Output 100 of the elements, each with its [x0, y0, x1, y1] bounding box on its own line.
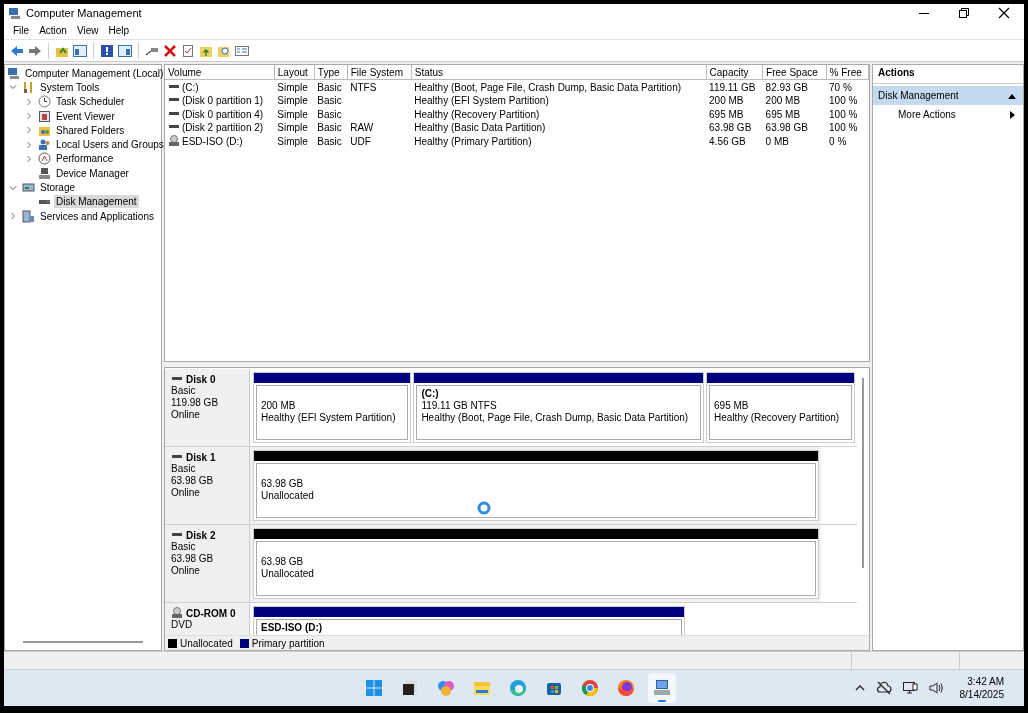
page-check-icon[interactable]: [181, 43, 195, 58]
action-link[interactable]: More Actions: [898, 109, 956, 120]
disk-status: Online: [171, 565, 201, 577]
grid-icon: [364, 678, 384, 698]
tree-item[interactable]: Device Manager: [54, 166, 131, 180]
caret-right-icon[interactable]: [1010, 110, 1015, 119]
table-cell: 0 MB: [765, 135, 789, 147]
tree-item[interactable]: Computer Management (Local): [23, 66, 166, 80]
disk-type: Basic: [171, 463, 197, 475]
table-cell: Basic: [317, 108, 342, 120]
taskbar-button[interactable]: [648, 673, 676, 703]
partition[interactable]: ESD-ISO (D:): [253, 606, 685, 635]
partition[interactable]: 63.98 GB Unallocated: [253, 450, 819, 521]
tree-item[interactable]: Disk Management: [54, 195, 139, 209]
table-cell: 119.11 GB: [709, 81, 756, 93]
table-cell: 200 MB: [765, 95, 801, 107]
partition-label: ESD-ISO (D:): [261, 622, 324, 634]
cloud-off-icon[interactable]: [875, 681, 892, 695]
legend-label: Primary partition: [251, 637, 325, 649]
column-header[interactable]: File System: [347, 65, 412, 80]
panel-icon[interactable]: [73, 43, 87, 58]
forward-icon[interactable]: [28, 43, 42, 58]
menu-item[interactable]: View: [71, 24, 104, 37]
table-cell: 82.93 GB: [765, 81, 808, 93]
partition-size: 119.11 GB NTFS: [421, 400, 498, 412]
chevron-down-icon[interactable]: [9, 83, 17, 92]
partition-status: Unallocated: [261, 568, 315, 580]
table-cell: NTFS: [350, 81, 377, 93]
column-header[interactable]: Status: [411, 65, 707, 80]
tree-item[interactable]: Performance: [54, 152, 116, 166]
column-header[interactable]: Free Space: [762, 65, 827, 80]
table-cell: Simple: [277, 95, 308, 107]
table-cell: Simple: [277, 108, 308, 120]
computer-icon: [8, 6, 21, 20]
scrollbar[interactable]: [862, 378, 864, 568]
menu-item[interactable]: Action: [34, 24, 72, 37]
disk-size: 63.98 GB: [171, 553, 215, 565]
tree-item[interactable]: Event Viewer: [54, 109, 117, 123]
back-icon[interactable]: [10, 43, 24, 58]
partition[interactable]: 200 MB Healthy (EFI System Partition): [253, 372, 412, 443]
cd-drive-icon: [171, 607, 183, 619]
clock[interactable]: 3:42 AM 8/14/2025: [959, 675, 1004, 701]
chevron-down-icon[interactable]: [9, 183, 17, 192]
disk-name: CD-ROM 0: [186, 607, 236, 619]
column-header[interactable]: Layout: [274, 65, 315, 80]
table-cell: (Disk 0 partition 1): [182, 94, 264, 106]
disk-type: Basic: [171, 541, 197, 553]
column-header[interactable]: Type: [314, 65, 348, 80]
tree-item[interactable]: System Tools: [38, 80, 102, 94]
actions-header: Actions: [873, 65, 1023, 84]
action-section-header[interactable]: Disk Management: [873, 86, 1023, 105]
computer-icon: [652, 678, 672, 698]
monitor-icon[interactable]: [901, 681, 918, 695]
panel-icon[interactable]: [118, 43, 132, 58]
tree-item[interactable]: Shared Folders: [54, 123, 127, 137]
column-header[interactable]: Capacity: [706, 65, 763, 80]
partition[interactable]: 63.98 GB Unallocated: [253, 528, 819, 599]
table-cell: 100 %: [829, 108, 858, 120]
caret-up-icon[interactable]: [1008, 92, 1016, 99]
table-cell: (C:): [182, 81, 199, 93]
partition-status: Healthy (Boot, Page File, Crash Dump, Basic Data Partition): [421, 412, 690, 424]
scrollbar[interactable]: [23, 641, 143, 643]
disk-size: 63.98 GB: [171, 475, 215, 487]
table-cell: 4.56 GB: [709, 135, 746, 147]
window-title: Computer Management: [26, 7, 142, 19]
table-cell: 200 MB: [709, 95, 744, 107]
partition[interactable]: 695 MB Healthy (Recovery Partition): [706, 372, 855, 443]
partition[interactable]: (C:) 119.11 GB NTFS Healthy (Boot, Page File, Crash Dump, Basic Data Partition): [413, 372, 705, 443]
table-cell: Healthy (Basic Data Partition): [414, 122, 546, 134]
column-header[interactable]: Volume: [165, 65, 275, 80]
menu-item[interactable]: Help: [103, 24, 134, 37]
speaker-icon[interactable]: [927, 681, 944, 695]
table-cell: Healthy (Boot, Page File, Crash Dump, Basic Data Partition): [414, 81, 682, 93]
disk-name: Disk 0: [186, 373, 216, 385]
menu-item[interactable]: File: [8, 24, 35, 37]
disk-size: 119.98 GB: [171, 397, 220, 409]
table-cell: 100 %: [829, 122, 858, 134]
swirl-icon: [436, 678, 456, 698]
tree-item[interactable]: Local Users and Groups: [54, 138, 166, 152]
table-cell: 0 %: [829, 135, 847, 147]
help-icon[interactable]: [100, 43, 114, 58]
disk-status: Online: [171, 487, 201, 499]
column-header[interactable]: % Free: [826, 65, 869, 80]
table-cell: Basic: [317, 135, 342, 147]
list-icon[interactable]: [235, 43, 249, 58]
tree-item[interactable]: Task Scheduler: [54, 95, 127, 109]
delete-icon[interactable]: [163, 43, 177, 58]
tools-icon: [22, 80, 35, 94]
table-cell: Basic: [317, 81, 342, 93]
tree-item[interactable]: Storage: [38, 181, 78, 194]
clock-icon: [38, 95, 51, 109]
loading-icon: [477, 501, 491, 515]
gauge-icon: [38, 152, 51, 166]
tree-item[interactable]: Services and Applications: [38, 209, 156, 223]
table-cell: 695 MB: [709, 108, 744, 120]
wave-icon: [508, 678, 528, 698]
table-cell: UDF: [350, 135, 371, 147]
table-cell: (Disk 0 partition 4): [182, 108, 264, 120]
table-cell: 63.98 GB: [765, 122, 808, 134]
partition-size: 63.98 GB: [261, 556, 305, 568]
